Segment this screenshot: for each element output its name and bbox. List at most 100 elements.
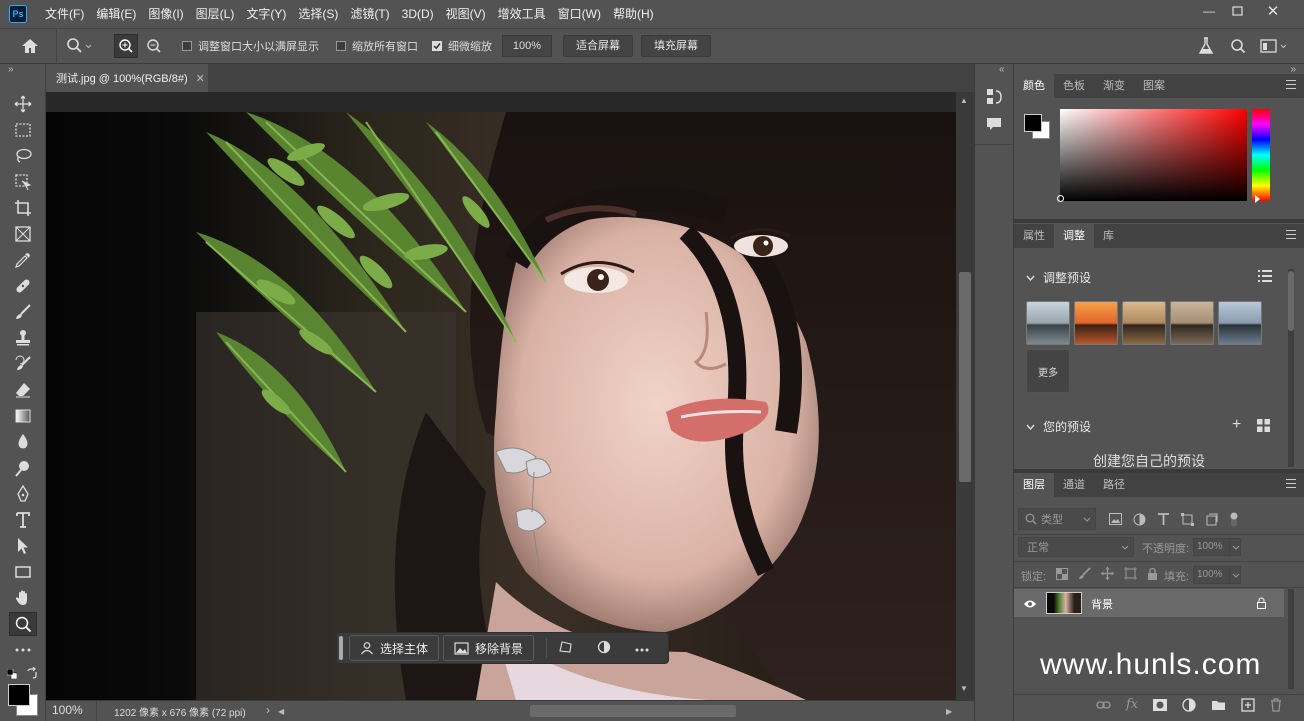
horizontal-scroll-thumb[interactable] bbox=[530, 705, 736, 717]
select-subject-button[interactable]: 选择主体 bbox=[349, 635, 440, 661]
clone-stamp-tool-icon[interactable] bbox=[9, 326, 37, 350]
layer-lock-icon[interactable] bbox=[1256, 597, 1267, 612]
info-menu-arrow-icon[interactable]: › bbox=[266, 703, 270, 717]
maximize-icon[interactable] bbox=[1220, 0, 1254, 22]
hue-slider[interactable] bbox=[1252, 109, 1270, 201]
scrubby-zoom-checkbox[interactable]: 细微缩放 bbox=[432, 29, 492, 63]
grid-view-icon[interactable] bbox=[1257, 419, 1270, 435]
list-view-icon[interactable] bbox=[1258, 270, 1272, 285]
lock-all-icon[interactable] bbox=[1147, 567, 1158, 580]
menu-image[interactable]: 图像(I) bbox=[142, 0, 189, 28]
more-options-icon[interactable] bbox=[635, 641, 649, 655]
panel-menu-icon[interactable] bbox=[1286, 230, 1296, 240]
type-filter-icon[interactable] bbox=[1157, 512, 1170, 526]
new-group-icon[interactable] bbox=[1211, 699, 1226, 711]
collapse-toolbar-icon[interactable]: » bbox=[8, 64, 14, 75]
layer-style-icon[interactable]: fx bbox=[1126, 697, 1138, 712]
dodge-tool-icon[interactable] bbox=[9, 456, 37, 480]
layer-row[interactable]: 背景 bbox=[1014, 589, 1284, 617]
lasso-tool-icon[interactable] bbox=[9, 144, 37, 168]
menu-edit[interactable]: 编辑(E) bbox=[90, 0, 142, 28]
search-icon[interactable] bbox=[1230, 29, 1246, 63]
menu-select[interactable]: 选择(S) bbox=[292, 0, 344, 28]
history-brush-tool-icon[interactable] bbox=[9, 352, 37, 376]
close-tab-icon[interactable]: ✕ bbox=[196, 72, 205, 85]
shape-filter-icon[interactable] bbox=[1181, 512, 1194, 526]
expand-panels-icon[interactable]: « bbox=[999, 64, 1005, 75]
adjustment-filter-icon[interactable] bbox=[1133, 513, 1146, 526]
menu-type[interactable]: 文字(Y) bbox=[240, 0, 292, 28]
rectangle-tool-icon[interactable] bbox=[9, 560, 37, 584]
transform-icon[interactable] bbox=[559, 640, 573, 657]
zoom-out-icon[interactable] bbox=[146, 29, 162, 63]
tab-layers[interactable]: 图层 bbox=[1014, 473, 1054, 497]
history-panel-icon[interactable] bbox=[986, 88, 1002, 109]
smart-object-filter-icon[interactable] bbox=[1205, 513, 1218, 526]
zoom-tool-icon[interactable] bbox=[9, 612, 37, 636]
tab-gradients[interactable]: 渐变 bbox=[1094, 74, 1134, 98]
eraser-tool-icon[interactable] bbox=[9, 378, 37, 402]
type-tool-icon[interactable] bbox=[9, 508, 37, 532]
add-preset-icon[interactable]: + bbox=[1232, 417, 1241, 433]
filter-toggle-icon[interactable] bbox=[1229, 512, 1239, 526]
add-mask-icon[interactable] bbox=[1153, 698, 1168, 711]
object-selection-tool-icon[interactable] bbox=[9, 170, 37, 194]
adjust-presets-header[interactable]: 调整预设 bbox=[1026, 269, 1091, 286]
comments-panel-icon[interactable] bbox=[986, 116, 1002, 135]
fit-screen-label[interactable]: 适合屏幕 bbox=[563, 35, 633, 57]
blur-tool-icon[interactable] bbox=[9, 430, 37, 454]
resize-windows-checkbox[interactable]: 调整窗口大小以满屏显示 bbox=[182, 29, 319, 63]
scroll-right-icon[interactable]: ▶ bbox=[946, 707, 952, 716]
pixel-filter-icon[interactable] bbox=[1109, 513, 1122, 525]
color-field[interactable] bbox=[1057, 109, 1247, 202]
preset-thumbnail[interactable] bbox=[1170, 301, 1214, 345]
swap-colors-icon[interactable] bbox=[26, 666, 38, 679]
eyedropper-tool-icon[interactable] bbox=[9, 248, 37, 272]
preset-thumbnail[interactable] bbox=[1122, 301, 1166, 345]
hand-tool-icon[interactable] bbox=[9, 586, 37, 610]
vertical-scroll-thumb[interactable] bbox=[959, 272, 971, 482]
marquee-tool-icon[interactable] bbox=[9, 118, 37, 142]
menu-filter[interactable]: 滤镜(T) bbox=[344, 0, 395, 28]
panel-menu-icon[interactable] bbox=[1286, 479, 1296, 489]
gradient-tool-icon[interactable] bbox=[9, 404, 37, 428]
vertical-scrollbar[interactable]: ▲ ▼ bbox=[956, 92, 974, 700]
tab-swatches[interactable]: 色板 bbox=[1054, 74, 1094, 98]
layer-name[interactable]: 背景 bbox=[1091, 596, 1113, 612]
workspace-icon[interactable] bbox=[1260, 29, 1290, 63]
zoom-tool-preset-icon[interactable] bbox=[56, 29, 91, 63]
lock-position-icon[interactable] bbox=[1101, 567, 1114, 580]
checkbox-icon[interactable] bbox=[182, 41, 192, 51]
scroll-left-icon[interactable]: ◀ bbox=[278, 707, 288, 716]
crop-tool-icon[interactable] bbox=[9, 196, 37, 220]
color-picker-handle[interactable] bbox=[1057, 195, 1064, 202]
hue-slider-handle[interactable] bbox=[1255, 195, 1260, 203]
home-icon[interactable] bbox=[20, 29, 40, 63]
new-layer-icon[interactable] bbox=[1241, 697, 1255, 712]
zoom-all-checkbox[interactable]: 缩放所有窗口 bbox=[336, 29, 418, 63]
drag-handle[interactable] bbox=[339, 636, 343, 660]
path-selection-tool-icon[interactable] bbox=[9, 534, 37, 558]
lock-image-icon[interactable] bbox=[1078, 567, 1091, 580]
layer-kind-filter[interactable]: 类型 bbox=[1018, 508, 1096, 530]
menu-3d[interactable]: 3D(D) bbox=[396, 0, 440, 28]
foreground-color-swatch[interactable] bbox=[8, 684, 30, 706]
default-colors-icon[interactable] bbox=[6, 668, 18, 680]
close-window-icon[interactable]: ✕ bbox=[1256, 0, 1290, 22]
layers-scrollbar[interactable] bbox=[1288, 589, 1294, 689]
scroll-up-icon[interactable]: ▲ bbox=[960, 96, 968, 105]
checkbox-icon[interactable] bbox=[336, 41, 346, 51]
adjust-scroll-thumb[interactable] bbox=[1288, 271, 1294, 331]
preset-thumbnail[interactable] bbox=[1218, 301, 1262, 345]
opacity-dropdown-icon[interactable] bbox=[1229, 538, 1241, 556]
fill-dropdown-icon[interactable] bbox=[1229, 566, 1241, 584]
your-presets-header[interactable]: 您的预设 bbox=[1026, 418, 1091, 435]
preset-thumbnail[interactable] bbox=[1074, 301, 1118, 345]
checkbox-checked-icon[interactable] bbox=[432, 41, 442, 51]
remove-background-button[interactable]: 移除背景 bbox=[443, 635, 535, 661]
adjust-scrollbar[interactable] bbox=[1288, 269, 1294, 467]
fill-screen-label[interactable]: 填充屏幕 bbox=[641, 35, 711, 57]
pen-tool-icon[interactable] bbox=[9, 482, 37, 506]
panel-foreground-swatch[interactable] bbox=[1024, 114, 1042, 132]
blend-mode-select[interactable]: 正常 bbox=[1018, 537, 1134, 557]
